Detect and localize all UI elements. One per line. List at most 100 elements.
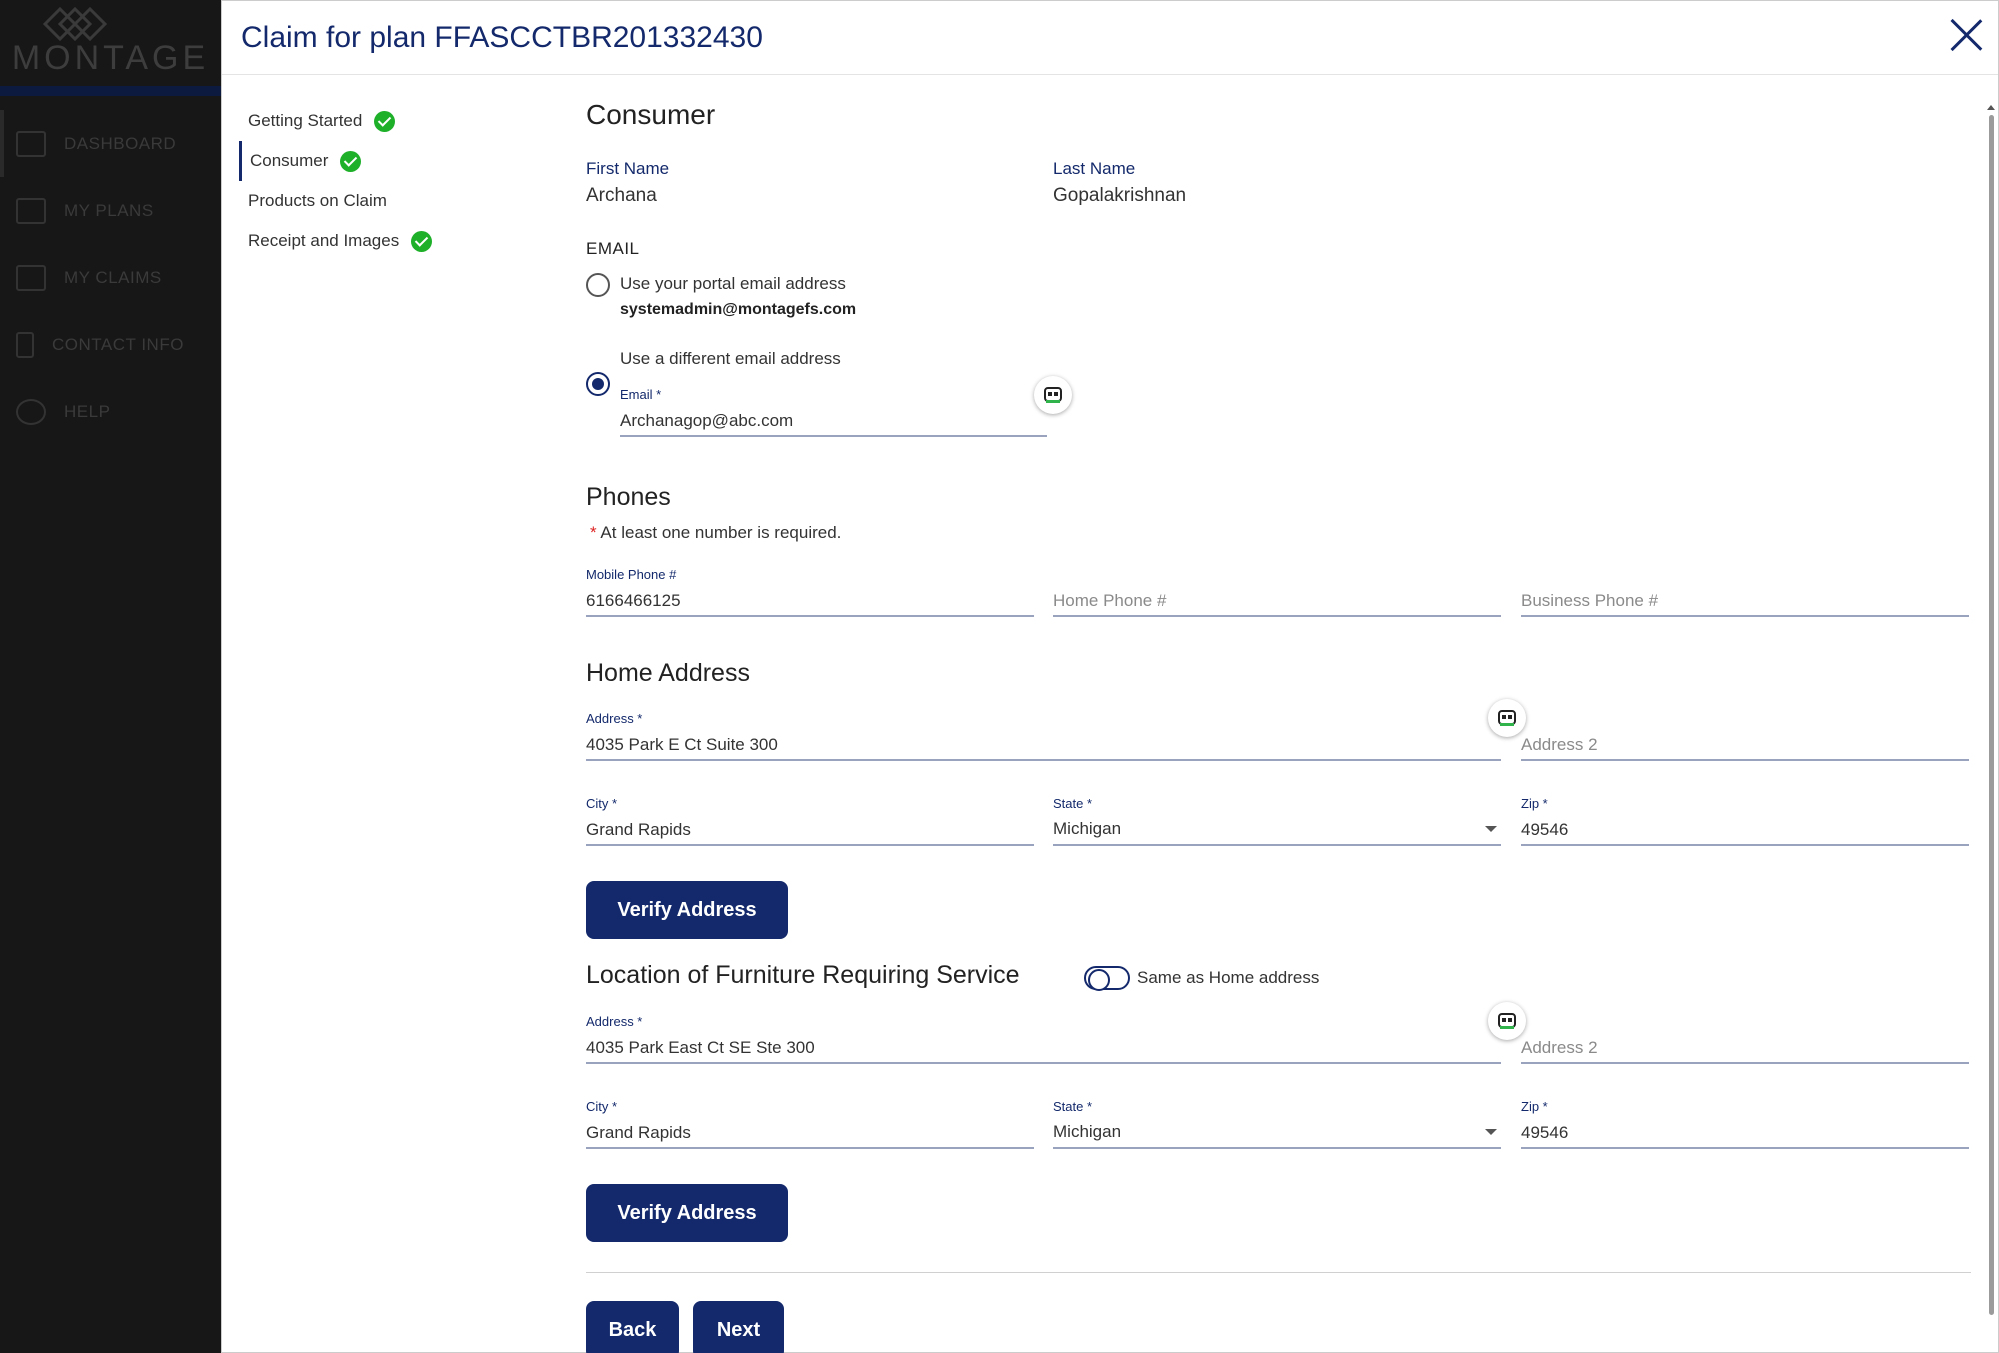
nav-item-help[interactable]: HELP [0,378,221,445]
home-city-field: City * [586,796,1034,846]
nav-label: CONTACT INFO [52,334,184,354]
section-title-phones: Phones [586,483,671,511]
close-icon[interactable] [1948,17,1984,53]
email-input[interactable] [620,411,1047,431]
home-state-select[interactable]: State * Michigan [1053,796,1501,846]
required-star: * [590,523,597,542]
home-address2-input[interactable] [1521,735,1969,755]
home-state-value: Michigan [1053,819,1122,838]
verify-service-address-button[interactable]: Verify Address [586,1184,788,1242]
portal-email-value: systemadmin@montagefs.com [620,301,857,318]
home-phone-input[interactable] [1053,591,1501,611]
phones-required-note: * At least one number is required. [590,523,841,543]
step-label: Getting Started [248,111,363,130]
phones-note-text: At least one number is required. [600,523,842,542]
logo-mark-icon [42,6,108,42]
logo-underline [0,86,221,96]
nav-label: MY CLAIMS [64,267,162,287]
last-name-value: Gopalakrishnan [1053,185,1187,206]
nav-item-my-plans[interactable]: MY PLANS [0,177,221,244]
help-icon [16,398,46,425]
service-city-label: City * [586,1099,618,1114]
autofill-bot-icon[interactable] [1034,376,1072,414]
section-title-home-address: Home Address [586,659,750,687]
service-address2-field [1521,1014,1969,1064]
nav-item-dashboard[interactable]: DASHBOARD [0,110,221,177]
app-nav: DASHBOARD MY PLANS MY CLAIMS CONTACT INF… [0,110,221,445]
step-products-on-claim[interactable]: Products on Claim [239,181,519,221]
service-address-input[interactable] [586,1038,1501,1058]
business-phone-field [1521,567,1969,617]
montage-logo: MONTAGE [0,0,221,86]
service-city-field: City * [586,1099,1034,1149]
email-field: Email * [620,387,1047,437]
home-zip-field: Zip * [1521,796,1969,846]
next-button[interactable]: Next [693,1301,784,1353]
home-address2-field [1521,711,1969,761]
logo-wordmark: MONTAGE [11,39,210,77]
radio-portal-email[interactable] [586,273,610,297]
home-state-label: State * [1053,796,1093,811]
scroll-up-arrow-icon[interactable] [1987,105,1995,110]
radio-different-email-label: Use a different email address [620,349,841,368]
step-consumer[interactable]: Consumer [239,141,519,181]
dashboard-icon [16,130,46,157]
check-circle-icon [374,110,396,132]
section-title-service-location: Location of Furniture Requiring Service [586,961,1020,989]
modal-scrollbar[interactable] [1984,75,1998,1353]
home-address-field: Address * [586,711,1501,761]
home-zip-input[interactable] [1521,820,1969,840]
home-city-label: City * [586,796,618,811]
scroll-thumb[interactable] [1989,115,1994,1315]
home-zip-label: Zip * [1521,796,1548,811]
home-address-input[interactable] [586,735,1501,755]
modal-title: Claim for plan FFASCCTBR201332430 [241,21,763,54]
mobile-phone-input[interactable] [586,591,1034,611]
claim-modal: Claim for plan FFASCCTBR201332430 Gettin… [221,0,1999,1353]
home-city-input[interactable] [586,820,1034,840]
step-receipt-and-images[interactable]: Receipt and Images [239,221,519,261]
service-zip-field: Zip * [1521,1099,1969,1149]
service-state-label: State * [1053,1099,1093,1114]
home-address-label: Address * [586,711,643,726]
service-address-label: Address * [586,1014,643,1029]
step-label: Receipt and Images [248,231,400,250]
service-state-select[interactable]: State * Michigan [1053,1099,1501,1149]
mobile-phone-field: Mobile Phone # [586,567,1034,617]
service-city-input[interactable] [586,1123,1034,1143]
back-button[interactable]: Back [586,1301,679,1353]
service-state-value: Michigan [1053,1122,1122,1141]
chevron-down-icon [1485,826,1497,832]
app-sidebar: MONTAGE DASHBOARD MY PLANS MY CLAIMS CON… [0,0,221,1353]
nav-label: DASHBOARD [64,133,177,153]
plans-icon [16,197,46,224]
home-phone-field [1053,567,1501,617]
check-circle-icon [411,230,433,252]
service-address2-input[interactable] [1521,1038,1969,1058]
section-title-consumer: Consumer [586,99,716,130]
business-phone-input[interactable] [1521,591,1969,611]
check-circle-icon [340,150,362,172]
mobile-phone-label: Mobile Phone # [586,567,677,582]
chevron-down-icon [1485,1129,1497,1135]
radio-portal-email-label: Use your portal email address [620,274,846,293]
same-as-home-toggle[interactable] [1084,966,1130,991]
first-name-label: First Name [586,159,670,178]
radio-different-email[interactable] [586,372,610,396]
service-zip-input[interactable] [1521,1123,1969,1143]
contact-icon [16,331,34,358]
email-field-label: Email * [620,387,662,402]
last-name-label: Last Name [1053,159,1136,178]
claims-icon [16,264,46,291]
service-address-field: Address * [586,1014,1501,1064]
nav-item-contact-info[interactable]: CONTACT INFO [0,311,221,378]
nav-label: HELP [64,401,111,421]
nav-item-my-claims[interactable]: MY CLAIMS [0,244,221,311]
step-getting-started[interactable]: Getting Started [239,101,519,141]
service-zip-label: Zip * [1521,1099,1548,1114]
nav-label: MY PLANS [64,200,154,220]
modal-header: Claim for plan FFASCCTBR201332430 [222,1,1998,75]
consumer-form: Consumer First Name Archana Last Name Go… [584,75,1971,1353]
verify-home-address-button[interactable]: Verify Address [586,881,788,939]
same-as-home-label: Same as Home address [1137,968,1320,987]
